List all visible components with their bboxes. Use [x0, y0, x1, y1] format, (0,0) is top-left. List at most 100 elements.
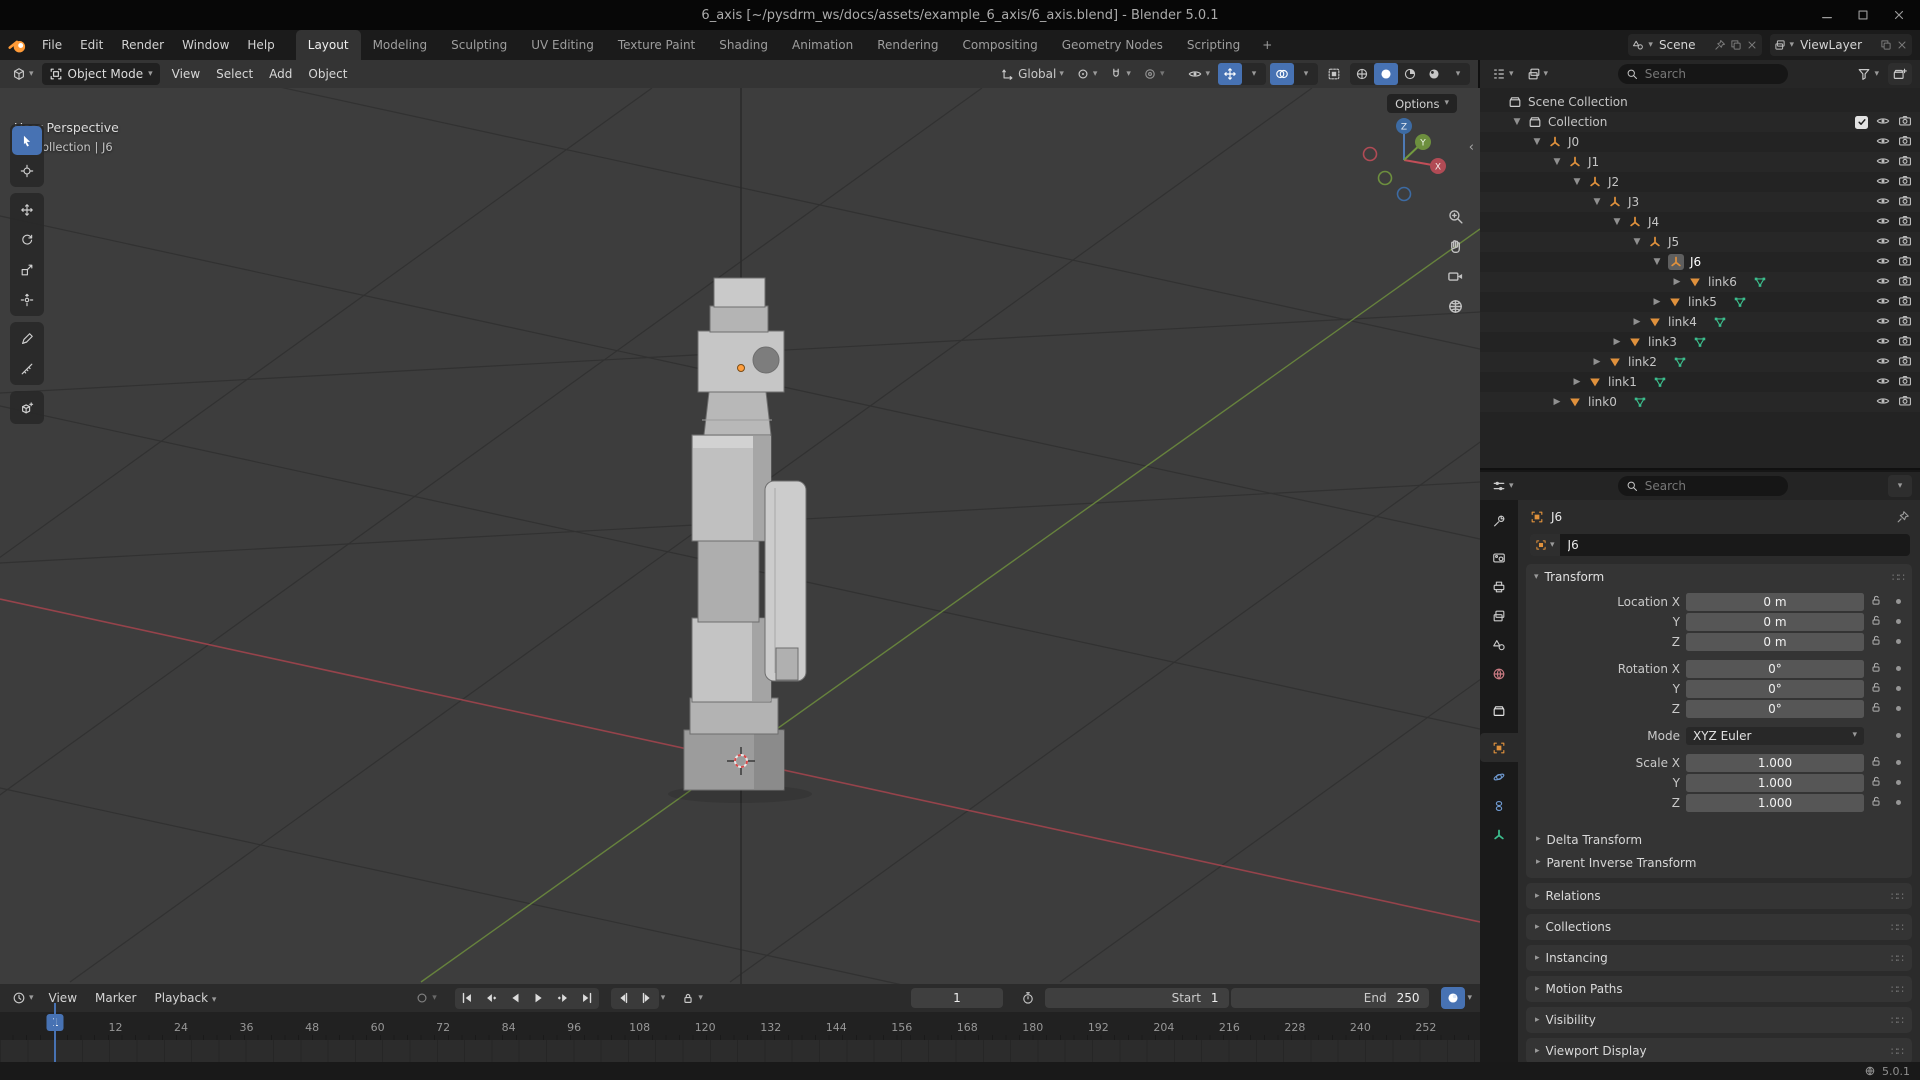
properties-editor-type-button[interactable]: ▾ — [1488, 475, 1518, 497]
value-field[interactable]: 1.000 — [1686, 774, 1864, 792]
animate-dot[interactable] — [1892, 686, 1904, 691]
pin-icon[interactable] — [1714, 39, 1726, 51]
properties-tab-data-axes[interactable] — [1480, 820, 1518, 849]
properties-tab-scene-props[interactable] — [1480, 630, 1518, 659]
viewport-menu-add[interactable]: Add — [261, 60, 300, 88]
value-field[interactable]: 0 m — [1686, 613, 1864, 631]
properties-tab-world[interactable] — [1480, 659, 1518, 688]
tab-texture-paint[interactable]: Texture Paint — [606, 30, 707, 60]
outliner-row-link2[interactable]: ▶link2 — [1480, 352, 1920, 372]
mode-dropdown-field[interactable]: XYZ Euler▾ — [1686, 727, 1864, 745]
viewport-menu-view[interactable]: View — [164, 60, 208, 88]
copy-icon[interactable] — [1880, 39, 1892, 51]
gizmos-dropdown[interactable]: ▾ — [1242, 63, 1266, 85]
panel-motion-paths[interactable]: ▸Motion Paths∷∷ — [1526, 976, 1912, 1002]
value-field[interactable]: 0 m — [1686, 593, 1864, 611]
animate-dot[interactable] — [1892, 800, 1904, 805]
properties-tab-physics[interactable] — [1480, 762, 1518, 791]
outliner-row-link1[interactable]: ▶link1 — [1480, 372, 1920, 392]
lock-toggle[interactable] — [1870, 681, 1886, 696]
sidebar-collapse-icon[interactable]: ‹ — [1469, 140, 1474, 155]
menu-window[interactable]: Window — [173, 30, 238, 60]
tab-layout[interactable]: Layout — [296, 30, 361, 60]
object-id-dropdown[interactable]: ▾ — [1530, 534, 1560, 556]
outliner-row-j3[interactable]: ▼J3 — [1480, 192, 1920, 212]
value-field[interactable]: 0° — [1686, 700, 1864, 718]
outliner-row-link6[interactable]: ▶link6 — [1480, 272, 1920, 292]
hide-toggle[interactable] — [1876, 354, 1890, 371]
lock-toggle[interactable] — [1870, 634, 1886, 649]
tool-transform-tool[interactable] — [12, 285, 42, 314]
minimize-button[interactable] — [1816, 4, 1838, 26]
overlays-toggle[interactable] — [1270, 63, 1294, 85]
scene-selector[interactable]: ▾ Scene — [1628, 34, 1761, 56]
render-visibility-toggle[interactable] — [1898, 394, 1912, 411]
add-workspace-button[interactable]: + — [1252, 30, 1282, 60]
mode-dropdown[interactable]: Object Mode ▾ — [42, 63, 160, 85]
gizmo-minus-y[interactable] — [1379, 172, 1392, 185]
animate-dot[interactable] — [1892, 619, 1904, 624]
tab-modeling[interactable]: Modeling — [361, 30, 440, 60]
transport-play-reverse-button[interactable] — [503, 988, 527, 1009]
transport-prev-keyframe-button[interactable] — [479, 988, 503, 1009]
close-icon[interactable] — [1896, 39, 1908, 51]
hide-toggle[interactable] — [1876, 274, 1890, 291]
render-visibility-toggle[interactable] — [1898, 134, 1912, 151]
frame-end-field[interactable]: End 250 — [1231, 988, 1430, 1008]
chevron-right-icon[interactable]: ▶ — [1570, 377, 1584, 387]
outliner-row-link3[interactable]: ▶link3 — [1480, 332, 1920, 352]
viewport-canvas[interactable]: User Perspective (1) Collection | J6 Opt… — [0, 88, 1480, 984]
tab-compositing[interactable]: Compositing — [950, 30, 1049, 60]
tab-scripting[interactable]: Scripting — [1175, 30, 1252, 60]
chevron-down-icon[interactable]: ▼ — [1630, 237, 1644, 247]
tool-add-cube[interactable] — [12, 393, 42, 422]
transport-play-button[interactable] — [527, 988, 551, 1009]
render-visibility-toggle[interactable] — [1898, 294, 1912, 311]
editor-type-button[interactable]: ▾ — [8, 63, 38, 85]
hide-toggle[interactable] — [1876, 174, 1890, 191]
panel-grip-icon[interactable]: ∷∷ — [1891, 952, 1903, 965]
gizmos-toggle[interactable] — [1218, 63, 1242, 85]
tab-shading[interactable]: Shading — [707, 30, 780, 60]
chevron-right-icon[interactable]: ▶ — [1550, 397, 1564, 407]
subpanel-parent-inverse-transform[interactable]: ▸Parent Inverse Transform — [1526, 851, 1912, 874]
render-visibility-toggle[interactable] — [1898, 254, 1912, 271]
animate-dot[interactable] — [1892, 760, 1904, 765]
transport-jump-first-button[interactable] — [455, 988, 479, 1009]
render-visibility-toggle[interactable] — [1898, 314, 1912, 331]
shading-rendered-button[interactable] — [1422, 63, 1446, 85]
visibility-dropdown[interactable]: ▾ — [1184, 63, 1214, 85]
navigation-gizmo[interactable]: Z X Y — [1356, 110, 1452, 206]
tool-measure[interactable] — [12, 354, 42, 383]
render-visibility-toggle[interactable] — [1898, 194, 1912, 211]
properties-tab-collection[interactable] — [1480, 696, 1518, 725]
tab-uv-editing[interactable]: UV Editing — [519, 30, 606, 60]
tab-rendering[interactable]: Rendering — [865, 30, 950, 60]
viewport-menu-object[interactable]: Object — [300, 60, 355, 88]
animate-dot[interactable] — [1892, 639, 1904, 644]
chevron-down-icon[interactable]: ▾ — [1467, 994, 1472, 1003]
nav-hand-button[interactable] — [1447, 238, 1464, 258]
checkbox-checked-icon[interactable] — [1855, 116, 1868, 129]
chevron-right-icon[interactable]: ▶ — [1610, 337, 1624, 347]
outliner-search[interactable] — [1618, 64, 1788, 84]
chevron-right-icon[interactable]: ▶ — [1630, 317, 1644, 327]
timeline-menu-playback[interactable]: Playback ▾ — [146, 984, 226, 1012]
outliner-filter-id-button[interactable]: ▾ — [1523, 63, 1553, 85]
tab-geometry-nodes[interactable]: Geometry Nodes — [1050, 30, 1175, 60]
proportional-edit-controls[interactable]: ▾ — [1139, 63, 1169, 85]
properties-tab-tool[interactable] — [1480, 506, 1518, 535]
frame-step-back-button[interactable] — [611, 988, 635, 1009]
lock-toggle[interactable] — [1870, 661, 1886, 676]
outliner-row-j6[interactable]: ▼J6 — [1480, 252, 1920, 272]
hide-toggle[interactable] — [1876, 134, 1890, 151]
chevron-down-icon[interactable]: ▼ — [1550, 157, 1564, 167]
animate-dot[interactable] — [1892, 599, 1904, 604]
hide-toggle[interactable] — [1876, 394, 1890, 411]
render-visibility-toggle[interactable] — [1898, 374, 1912, 391]
tab-sculpting[interactable]: Sculpting — [439, 30, 519, 60]
playback-sync-button[interactable] — [1441, 987, 1465, 1009]
animate-dot[interactable] — [1892, 706, 1904, 711]
lock-toggle[interactable] — [1870, 795, 1886, 810]
outliner-row-link0[interactable]: ▶link0 — [1480, 392, 1920, 412]
